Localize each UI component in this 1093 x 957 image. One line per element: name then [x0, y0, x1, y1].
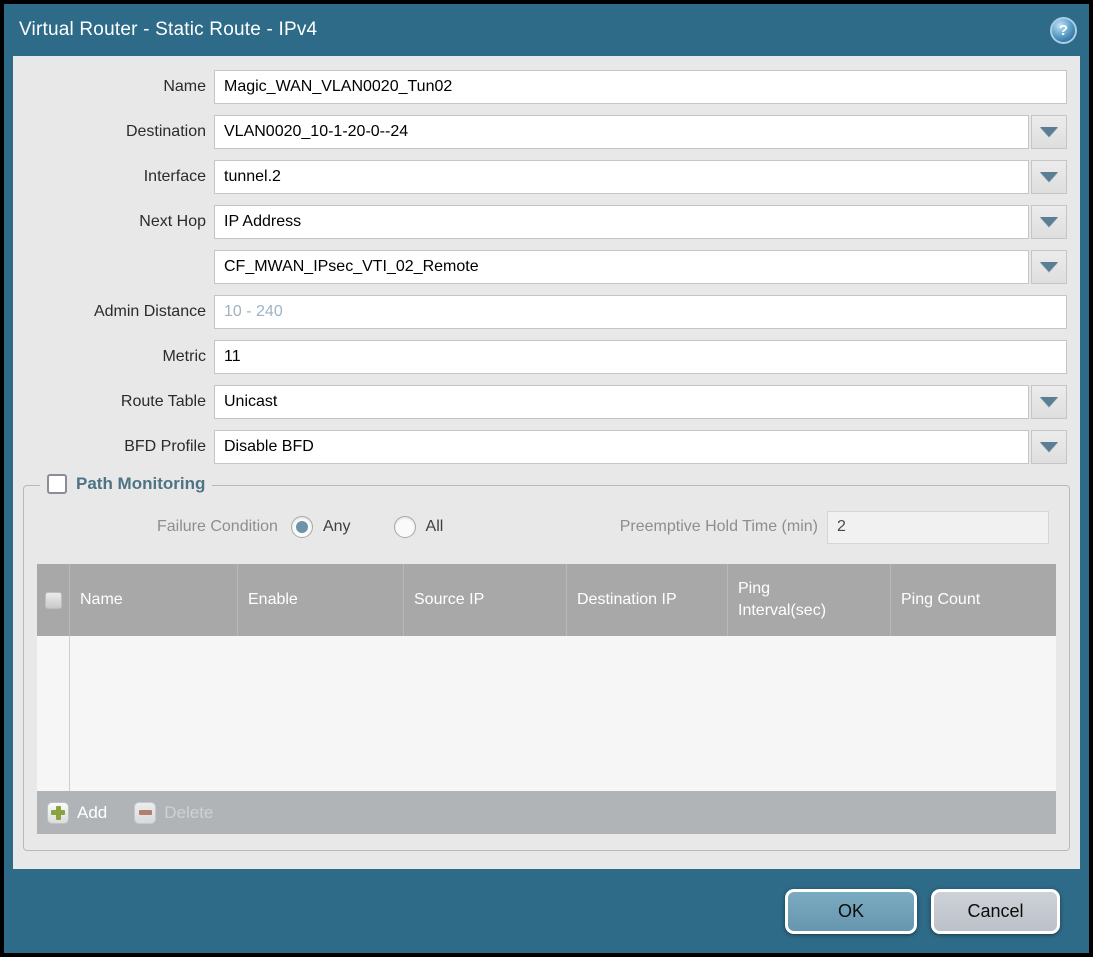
help-icon[interactable]: ?	[1050, 17, 1077, 44]
chevron-down-icon	[1040, 172, 1058, 182]
titlebar: Virtual Router - Static Route - IPv4 ?	[4, 4, 1089, 56]
delete-button[interactable]: Delete	[134, 802, 213, 824]
next-hop-address-dropdown-button[interactable]	[1031, 250, 1067, 284]
column-header-enable: Enable	[237, 564, 403, 636]
name-row: Name	[13, 70, 1080, 104]
name-input[interactable]	[214, 70, 1067, 104]
failure-condition-label: Failure Condition	[157, 518, 278, 536]
next-hop-address-row	[13, 250, 1080, 284]
metric-label: Metric	[13, 348, 214, 366]
bottombar: OK Cancel	[4, 869, 1089, 953]
chevron-down-icon	[1040, 127, 1058, 137]
plus-icon	[47, 802, 69, 824]
route-table-dropdown-button[interactable]	[1031, 385, 1067, 419]
path-monitoring-title: Path Monitoring	[76, 474, 205, 494]
path-monitoring-table: Name Enable Source IP Destination IP Pin…	[37, 564, 1056, 834]
interface-input[interactable]	[214, 160, 1029, 194]
destination-row: Destination	[13, 115, 1080, 149]
failure-condition-all-label: All	[426, 518, 444, 536]
destination-input[interactable]	[214, 115, 1029, 149]
next-hop-type-input[interactable]	[214, 205, 1029, 239]
chevron-down-icon	[1040, 262, 1058, 272]
static-route-dialog: Virtual Router - Static Route - IPv4 ? N…	[0, 0, 1093, 957]
route-table-label: Route Table	[13, 393, 214, 411]
path-monitoring-legend: Path Monitoring	[40, 474, 212, 494]
cancel-button[interactable]: Cancel	[931, 889, 1060, 934]
bfd-profile-label: BFD Profile	[13, 438, 214, 456]
column-header-name: Name	[69, 564, 237, 636]
admin-distance-row: Admin Distance	[13, 295, 1080, 329]
add-button[interactable]: Add	[47, 802, 107, 824]
bfd-profile-dropdown-button[interactable]	[1031, 430, 1067, 464]
select-all-checkbox[interactable]	[45, 592, 62, 609]
ok-button[interactable]: OK	[785, 889, 917, 934]
name-label: Name	[13, 78, 214, 96]
preemptive-hold-time-input[interactable]	[827, 511, 1049, 544]
metric-row: Metric	[13, 340, 1080, 374]
preemptive-hold-time-label: Preemptive Hold Time (min)	[620, 518, 818, 536]
path-monitoring-group: Path Monitoring Failure Condition Any Al…	[23, 485, 1070, 851]
table-footer: Add Delete	[37, 791, 1056, 834]
next-hop-row: Next Hop	[13, 205, 1080, 239]
table-body-empty	[37, 636, 1056, 791]
failure-condition-any-label: Any	[323, 518, 351, 536]
interface-dropdown-button[interactable]	[1031, 160, 1067, 194]
interface-row: Interface	[13, 160, 1080, 194]
chevron-down-icon	[1040, 217, 1058, 227]
interface-label: Interface	[13, 168, 214, 186]
admin-distance-label: Admin Distance	[13, 303, 214, 321]
destination-dropdown-button[interactable]	[1031, 115, 1067, 149]
minus-icon	[134, 802, 156, 824]
failure-condition-all-radio[interactable]	[394, 516, 416, 538]
admin-distance-input[interactable]	[214, 295, 1067, 329]
chevron-down-icon	[1040, 397, 1058, 407]
route-table-row: Route Table	[13, 385, 1080, 419]
next-hop-type-dropdown-button[interactable]	[1031, 205, 1067, 239]
bfd-profile-input[interactable]	[214, 430, 1029, 464]
select-all-cell	[37, 564, 69, 636]
column-header-ping-interval: Ping Interval(sec)	[727, 564, 890, 636]
chevron-down-icon	[1040, 442, 1058, 452]
failure-condition-row: Failure Condition Any All Preemptive Hol…	[37, 510, 1056, 544]
dialog-content: Name Destination Interface	[13, 56, 1080, 869]
column-header-destination-ip: Destination IP	[566, 564, 727, 636]
table-header: Name Enable Source IP Destination IP Pin…	[37, 564, 1056, 636]
failure-condition-any-radio[interactable]	[291, 516, 313, 538]
destination-label: Destination	[13, 123, 214, 141]
column-header-source-ip: Source IP	[403, 564, 566, 636]
column-header-ping-count: Ping Count	[890, 564, 1056, 636]
metric-input[interactable]	[214, 340, 1067, 374]
dialog-title: Virtual Router - Static Route - IPv4	[19, 19, 317, 41]
add-button-label: Add	[77, 803, 107, 823]
next-hop-label: Next Hop	[13, 213, 214, 231]
route-table-input[interactable]	[214, 385, 1029, 419]
delete-button-label: Delete	[164, 803, 213, 823]
path-monitoring-checkbox[interactable]	[47, 474, 67, 494]
next-hop-address-input[interactable]	[214, 250, 1029, 284]
bfd-profile-row: BFD Profile	[13, 430, 1080, 464]
